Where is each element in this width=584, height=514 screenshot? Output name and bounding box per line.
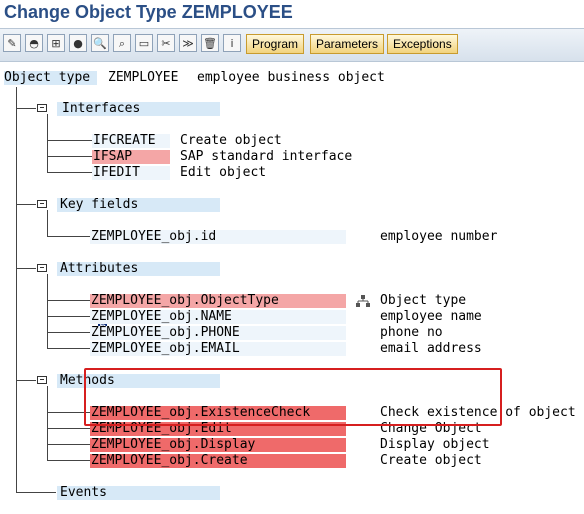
collapse-attributes-icon[interactable] [37,264,47,272]
find-icon[interactable]: 🔍 [91,34,109,52]
hierarchy-icon[interactable]: ⊞ [47,34,65,52]
tree-node-events[interactable]: Events [60,485,107,501]
edit-icon[interactable]: ✎ [3,34,21,52]
collapse-interfaces-icon[interactable] [37,104,47,112]
tree-node-attributes[interactable]: Attributes [60,261,138,277]
attribute-item[interactable]: ZEMPLOYEE_obj.NAME [91,309,232,325]
object-type-label: Object type [4,70,91,85]
attribute-item[interactable]: ZEMPLOYEE_obj.ObjectType [91,293,279,309]
info-icon[interactable]: i [223,34,241,52]
tree-node-key-fields[interactable]: Key fields [60,197,138,213]
highlight-frame [84,368,502,426]
exceptions-button[interactable]: Exceptions [387,34,458,54]
interface-description: SAP standard interface [180,149,353,164]
attribute-description: employee name [380,309,482,324]
toolbar: ✎ ◓ ⊞ ● 🔍 ⌕ ▭ ✂ ≫ 🗑 i Program Parameters… [0,28,584,62]
attribute-item[interactable]: ZEMPLOYEE_obj.PHONE [91,325,240,341]
attribute-description: email address [380,341,482,356]
program-button[interactable]: Program [246,34,305,54]
stop-icon[interactable]: ● [69,34,87,52]
collapse-methods-icon[interactable] [37,376,47,384]
title-bar: Change Object Type ZEMPLOYEE [0,0,584,28]
unknown-icon[interactable]: ◓ [25,34,43,52]
tree-node-interfaces[interactable]: Interfaces [62,101,140,117]
key-field-description: employee number [380,229,498,244]
attribute-description: Object type [380,293,467,308]
method-description: Create object [380,453,482,468]
object-tree: Object type ZEMPLOYEE employee business … [0,60,584,514]
method-item[interactable]: ZEMPLOYEE_obj.Display [91,437,255,453]
cut-icon[interactable]: ✂ [157,34,175,52]
attribute-description: phone no [380,325,443,340]
key-field-item[interactable]: ZEMPLOYEE_obj.id [91,229,216,245]
find-next-icon[interactable]: ⌕ [113,34,131,52]
method-item[interactable]: ZEMPLOYEE_obj.Create [91,453,248,469]
interface-description: Edit object [180,165,267,180]
method-description: Display object [380,437,490,452]
attribute-item[interactable]: ZEMPLOYEE_obj.EMAIL [91,341,240,357]
object-description: employee business object [197,70,385,85]
collapse-key-fields-icon[interactable] [37,200,47,208]
page-title: Change Object Type ZEMPLOYEE [4,2,293,22]
hierarchy-icon [356,295,370,307]
interface-description: Create object [180,133,282,148]
expand-icon[interactable]: ≫ [179,34,197,52]
object-name[interactable]: ZEMPLOYEE [108,70,178,86]
parameters-button[interactable]: Parameters [310,34,385,54]
interface-item[interactable]: IFCREATE [93,133,156,149]
new-icon[interactable]: ▭ [135,34,153,52]
interface-item[interactable]: IFSAP [93,149,132,165]
interface-item[interactable]: IFEDIT [93,165,140,181]
delete-icon[interactable]: 🗑 [201,34,219,52]
